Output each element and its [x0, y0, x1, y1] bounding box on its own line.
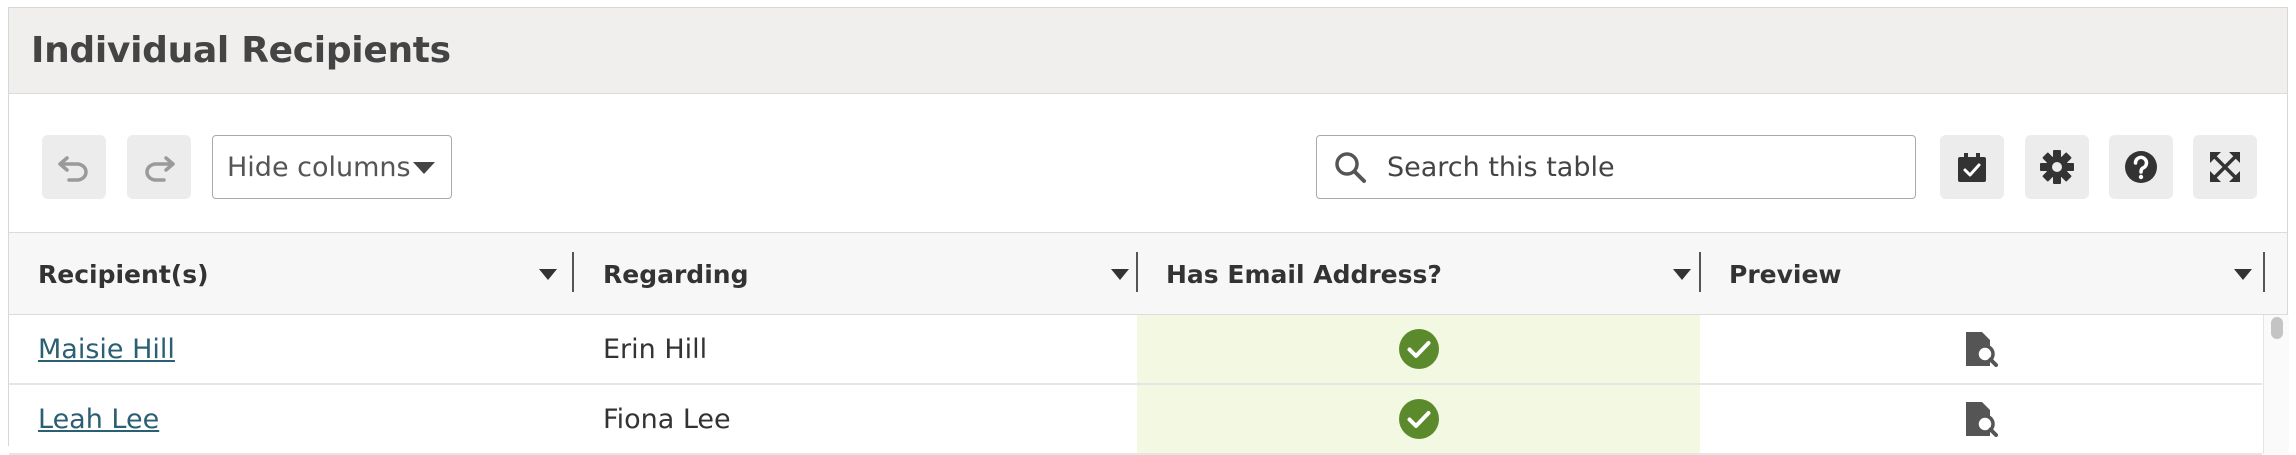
tasks-button[interactable]: [1940, 135, 2004, 199]
column-header-preview[interactable]: Preview: [1700, 233, 2265, 315]
expand-icon: [2210, 152, 2240, 182]
undo-button[interactable]: [42, 135, 106, 199]
column-label: Recipient(s): [38, 259, 209, 289]
table-row: Maisie Hill Erin Hill: [9, 315, 2262, 385]
chevron-down-icon[interactable]: [539, 269, 557, 280]
column-header-recipients[interactable]: Recipient(s): [9, 233, 574, 315]
column-resize-handle[interactable]: [2263, 252, 2265, 292]
chevron-down-icon[interactable]: [2234, 269, 2252, 280]
recipient-link[interactable]: Maisie Hill: [38, 334, 175, 365]
page-title: Individual Recipients: [31, 30, 451, 71]
document-preview-icon[interactable]: [1964, 401, 1998, 437]
search-icon: [1335, 152, 1366, 183]
recipient-cell: Maisie Hill: [9, 315, 574, 383]
hide-columns-label: Hide columns: [227, 151, 411, 183]
help-button[interactable]: [2109, 135, 2173, 199]
check-circle-icon: [1398, 399, 1439, 439]
panel-header: Individual Recipients: [9, 8, 2287, 94]
undo-icon: [58, 156, 88, 182]
gear-icon: [2040, 150, 2074, 184]
check-circle-icon: [1398, 329, 1439, 369]
has-email-cell: [1137, 315, 1700, 383]
column-header-has-email[interactable]: Has Email Address?: [1137, 233, 1701, 315]
column-label: Has Email Address?: [1166, 259, 1442, 289]
column-label: Regarding: [603, 259, 749, 289]
preview-cell: [1700, 315, 2262, 383]
scrollbar-thumb[interactable]: [2271, 317, 2283, 339]
table-row: Leah Lee Fiona Lee: [9, 385, 2262, 455]
redo-button[interactable]: [127, 135, 191, 199]
table-scrollbar[interactable]: [2263, 315, 2289, 454]
search-input[interactable]: [1387, 144, 1897, 190]
chevron-down-icon[interactable]: [1673, 269, 1691, 280]
recipient-cell: Leah Lee: [9, 385, 574, 453]
search-box[interactable]: [1316, 135, 1916, 199]
redo-icon: [145, 156, 175, 182]
regarding-cell: Fiona Lee: [603, 403, 731, 435]
column-header-regarding[interactable]: Regarding: [574, 233, 1138, 315]
chevron-down-icon[interactable]: [1111, 269, 1129, 280]
regarding-cell: Erin Hill: [603, 333, 708, 365]
tasks-icon: [1958, 153, 1986, 182]
preview-cell: [1700, 385, 2262, 453]
hide-columns-dropdown[interactable]: Hide columns: [212, 135, 452, 199]
table-header: Recipient(s) Regarding Has Email Address…: [9, 233, 2287, 315]
document-preview-icon[interactable]: [1964, 331, 1998, 367]
table-toolbar: Hide columns: [9, 94, 2287, 233]
recipients-panel: Individual Recipients Hide columns Searc…: [8, 7, 2289, 455]
chevron-down-icon: [413, 162, 435, 174]
table-body: Maisie Hill Erin Hill Leah Lee Fiona Lee: [9, 315, 2262, 455]
settings-button[interactable]: [2025, 135, 2089, 199]
fullscreen-button[interactable]: [2193, 135, 2257, 199]
column-label: Preview: [1729, 259, 1842, 289]
has-email-cell: [1137, 385, 1700, 453]
help-icon: [2125, 151, 2157, 183]
recipient-link[interactable]: Leah Lee: [38, 404, 159, 435]
